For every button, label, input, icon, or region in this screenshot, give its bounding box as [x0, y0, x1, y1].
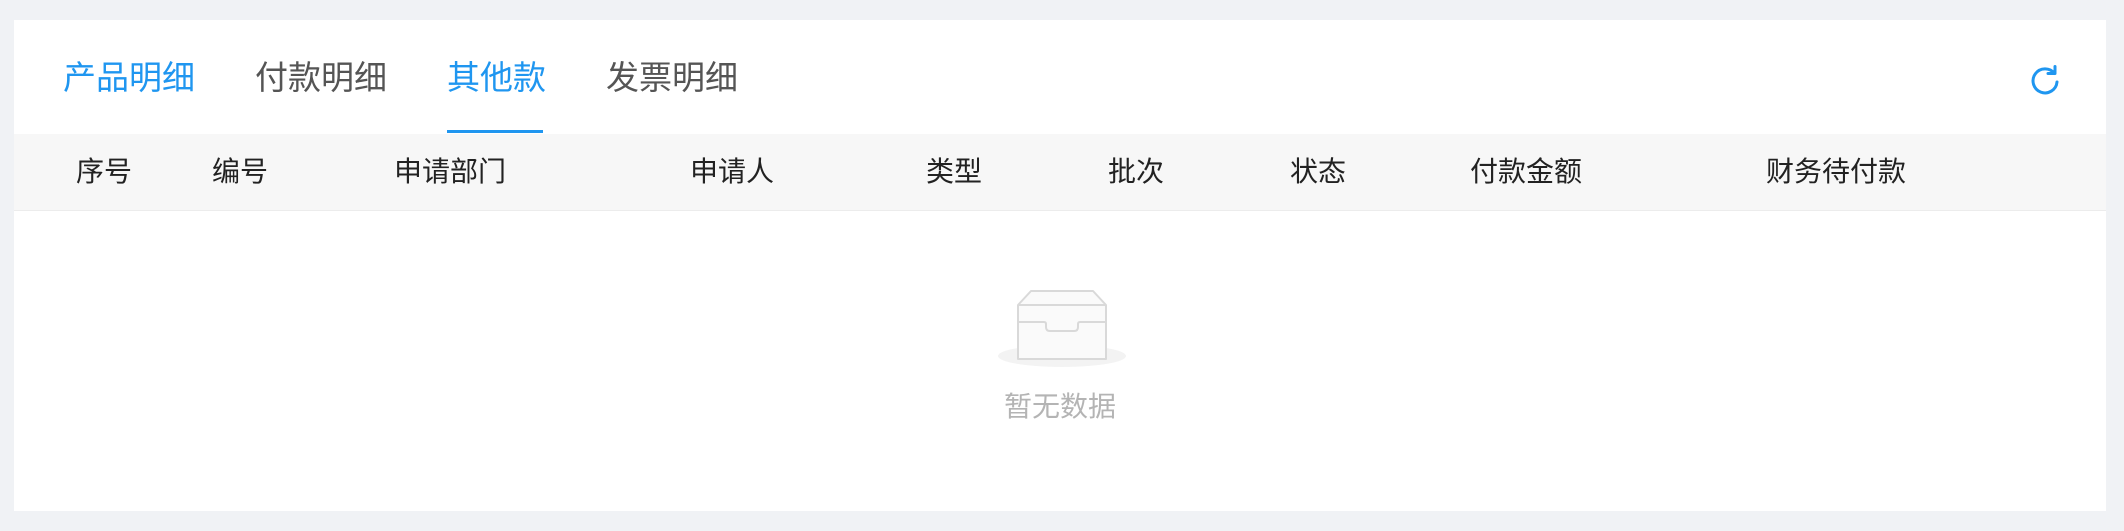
empty-inbox-icon: [998, 290, 1126, 367]
tab-other-payments[interactable]: 其他款: [447, 56, 546, 100]
column-header-status: 状态: [1290, 155, 1347, 188]
detail-card: 产品明细 付款明细 其他款 发票明细 序号 编号 申请部门 申请人 类型 批次 …: [14, 20, 2106, 511]
table-header: 序号 编号 申请部门 申请人 类型 批次 状态 付款金额 财务待付款: [14, 134, 2106, 211]
column-header-type: 类型: [926, 155, 983, 188]
empty-state-text: 暂无数据: [1003, 390, 1116, 423]
column-header-finance-pending: 财务待付款: [1766, 155, 1907, 188]
active-tab-indicator: [447, 130, 543, 133]
refresh-icon: [2031, 65, 2059, 95]
tab-product-details[interactable]: 产品明细: [63, 56, 195, 100]
column-header-index: 序号: [76, 155, 133, 188]
column-header-number: 编号: [212, 155, 269, 188]
column-header-batch: 批次: [1108, 155, 1165, 188]
tab-invoice-details[interactable]: 发票明细: [606, 56, 738, 100]
column-header-payment-amount: 付款金额: [1470, 155, 1583, 188]
empty-state: 暂无数据: [14, 211, 2106, 511]
tab-bar: 产品明细 付款明细 其他款 发票明细: [14, 20, 2106, 134]
column-header-applicant: 申请人: [690, 155, 775, 188]
tab-payment-details[interactable]: 付款明细: [255, 56, 387, 100]
column-header-department: 申请部门: [394, 155, 507, 188]
refresh-button[interactable]: [2028, 63, 2062, 97]
